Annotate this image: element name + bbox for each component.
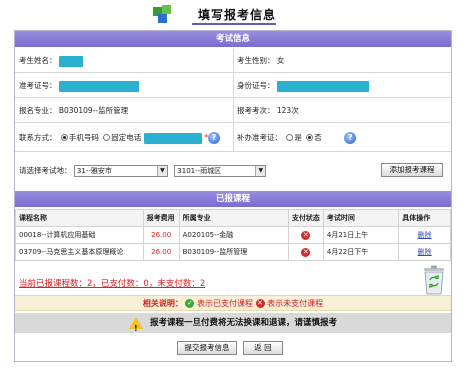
city-select-value: 31--雅安市 [76,167,112,175]
add-course-button[interactable]: 添加报考课程 [381,163,443,177]
unpaid-icon: ✕ [301,230,311,240]
admission-no-masked [58,80,139,92]
course-fee: 26.00 [142,226,180,244]
row-contact: 联系方式： 手机号码 固定电话 * ? 补办准考证： 是 否 ? [15,124,451,152]
major-label: 报名专业： [19,106,57,115]
reissue-yes-label: 是 [294,133,302,142]
delete-link[interactable]: 删除 [398,226,451,244]
registered-courses-header: 已报课程 [15,191,451,207]
course-major: B030109--监所管理 [178,243,289,261]
course-summary: 当前已报课程数：2，已支付数：0，未支付数：2 [19,279,206,289]
id-no-label: 身份证号： [237,81,275,90]
id-no-masked [276,80,369,92]
mobile-option-label: 手机号码 [68,133,99,142]
legend-label: 相关说明： [142,299,183,308]
gender-label: 考生性别： [237,56,275,65]
warning-text: 报考课程一旦付费将无法换课和退课，请谨慎报考 [149,318,337,328]
row-name-gender: 考生姓名： 考生性别： 女 [15,49,451,73]
attempts-label: 报考考次： [237,106,275,115]
col-header: 考试时间 [322,209,400,227]
col-header: 具体操作 [398,209,451,227]
page-header: 填写报考信息 [0,0,466,30]
warning-bar: ! 报考课程一旦付费将无法换课和退课，请谨慎报考 [15,313,451,333]
divider [233,99,234,123]
unpaid-icon: ✕ [255,299,265,308]
chevron-down-icon: ▼ [156,166,167,176]
contact-input-masked[interactable] [143,132,202,144]
city-select[interactable]: 31--雅安市 ▼ [73,165,168,177]
reissue-no-label: 否 [314,133,322,142]
submit-button[interactable]: 提交报考信息 [177,341,237,355]
divider [233,124,234,152]
registration-form: 考试信息 考生姓名： 考生性别： 女 准考证号： 身份证号： 报名专业： B03… [14,30,452,362]
attempts-value: 123次 [276,106,299,115]
row-location: 请选择考试地： 31--雅安市 ▼ 3101--雨城区 ▼ 添加报考课程 [15,153,451,189]
divider [233,49,234,73]
course-name: 00018--计算机应用基础 [15,226,144,244]
table-header-row: 课程名称 报考费用 所属专业 支付状态 考试时间 具体操作 [15,209,451,227]
unpaid-icon: ✕ [301,247,311,257]
exam-time: 4月22日下午 [322,243,400,261]
district-select-value: 3101--雨城区 [177,167,222,175]
divider [233,74,234,98]
payment-status: ✕ [287,243,324,261]
course-fee: 26.00 [142,243,180,261]
contact-label: 联系方式： [19,133,57,142]
gender-value: 女 [276,56,285,65]
payment-status: ✕ [287,226,324,244]
col-header: 课程名称 [15,209,144,227]
name-label: 考生姓名： [19,56,57,65]
row-major: 报名专业： B030109--监所管理 报考考次： 123次 [15,99,451,123]
landline-option-label: 固定电话 [111,133,142,142]
delete-link[interactable]: 删除 [398,243,451,261]
reissue-no-radio[interactable] [306,134,314,141]
row-ids: 准考证号： 身份证号： [15,74,451,98]
course-name: 03709--马克思主义基本原理概论 [15,243,144,261]
admission-no-label: 准考证号： [19,81,57,90]
col-header: 支付状态 [287,209,324,227]
trash-icon[interactable] [421,265,447,295]
reissue-label: 补办准考证： [237,133,282,142]
page-title: 填写报考信息 [198,8,277,22]
paid-icon: ✓ [185,299,195,308]
course-major: A020105--金融 [178,226,289,244]
exam-info-header: 考试信息 [15,31,451,47]
major-value: B030109--监所管理 [58,106,129,115]
courses-table: 课程名称 报考费用 所属专业 支付状态 考试时间 具体操作 00018--计算机… [15,209,451,261]
reissue-yes-radio[interactable] [286,134,294,141]
col-header: 所属专业 [178,209,289,227]
table-row: 00018--计算机应用基础 26.00 A020105--金融 ✕ 4月21日… [15,226,451,244]
legend-paid-text: 表示已支付课程 [197,299,253,308]
table-row: 03709--马克思主义基本原理概论 26.00 B030109--监所管理 ✕… [15,243,451,261]
chevron-down-icon: ▼ [255,166,266,176]
col-header: 报考费用 [142,209,180,227]
landline-radio[interactable] [103,134,111,141]
legend-bar: 相关说明： ✓ 表示已支付课程 ✕ 表示未支付课程 [15,295,451,311]
warning-icon: ! [129,316,143,333]
back-button[interactable]: 返 回 [243,341,283,355]
name-value-masked [58,55,83,67]
title-underline [192,23,276,25]
logo-icon [153,5,171,23]
help-icon[interactable]: ? [208,132,220,144]
exam-location-label: 请选择考试地： [19,166,72,175]
district-select[interactable]: 3101--雨城区 ▼ [174,165,267,177]
help-icon[interactable]: ? [344,132,357,144]
legend-unpaid-text: 表示未支付课程 [267,299,324,308]
mobile-radio[interactable] [60,134,68,141]
exam-time: 4月21日上午 [322,226,400,244]
